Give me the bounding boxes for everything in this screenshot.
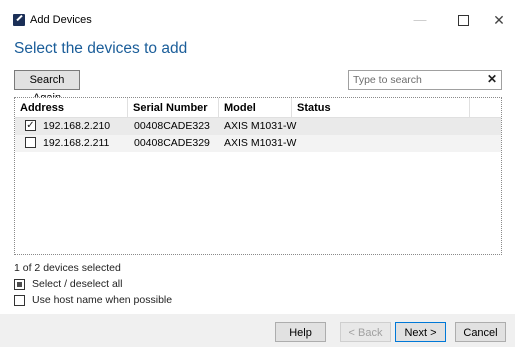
add-devices-app-icon <box>13 14 25 26</box>
next-button[interactable]: Next > <box>395 322 446 342</box>
help-button[interactable]: Help <box>275 322 326 342</box>
row-checkbox[interactable]: ✓ <box>25 120 36 131</box>
title-bar: Add Devices — ✕ <box>0 0 515 36</box>
use-host-name-label: Use host name when possible <box>32 294 173 306</box>
select-all-checkbox[interactable] <box>14 279 25 290</box>
minimize-button[interactable]: — <box>405 10 435 30</box>
search-again-button[interactable]: Search Again <box>14 70 80 104</box>
column-header-status[interactable]: Status <box>292 98 470 117</box>
selection-status: 1 of 2 devices selected <box>14 262 121 274</box>
search-input[interactable]: Type to search ✕ <box>348 70 502 90</box>
page-heading: Select the devices to add <box>14 40 188 57</box>
address-cell: 192.168.2.210 <box>43 120 111 132</box>
column-header-serial-number[interactable]: Serial Number <box>128 98 219 117</box>
model-cell: AXIS M1031-W <box>224 120 297 132</box>
dialog-footer: Help < Back Next > Cancel <box>0 314 515 347</box>
devices-table: Address Serial Number Model Status ✓ 192… <box>14 97 502 255</box>
table-header: Address Serial Number Model Status <box>15 98 501 118</box>
use-host-name-checkbox[interactable] <box>14 295 25 306</box>
select-all-label: Select / deselect all <box>32 278 123 290</box>
clear-search-icon[interactable]: ✕ <box>487 72 497 86</box>
column-header-address[interactable]: Address <box>15 98 128 117</box>
serial-number-cell: 00408CADE323 <box>134 120 210 132</box>
maximize-icon <box>457 15 469 27</box>
window-title: Add Devices <box>30 14 92 26</box>
back-button[interactable]: < Back <box>340 322 391 342</box>
cancel-button[interactable]: Cancel <box>455 322 506 342</box>
table-row[interactable]: ✓ 192.168.2.210 00408CADE323 AXIS M1031-… <box>15 118 501 135</box>
close-button[interactable]: ✕ <box>484 10 514 30</box>
search-placeholder: Type to search <box>353 74 422 86</box>
column-header-model[interactable]: Model <box>219 98 292 117</box>
row-checkbox[interactable] <box>25 137 36 148</box>
maximize-button[interactable] <box>448 10 478 30</box>
address-cell: 192.168.2.211 <box>43 137 110 149</box>
table-row[interactable]: 192.168.2.211 00408CADE329 AXIS M1031-W <box>15 135 501 152</box>
model-cell: AXIS M1031-W <box>224 137 297 149</box>
serial-number-cell: 00408CADE329 <box>134 137 210 149</box>
